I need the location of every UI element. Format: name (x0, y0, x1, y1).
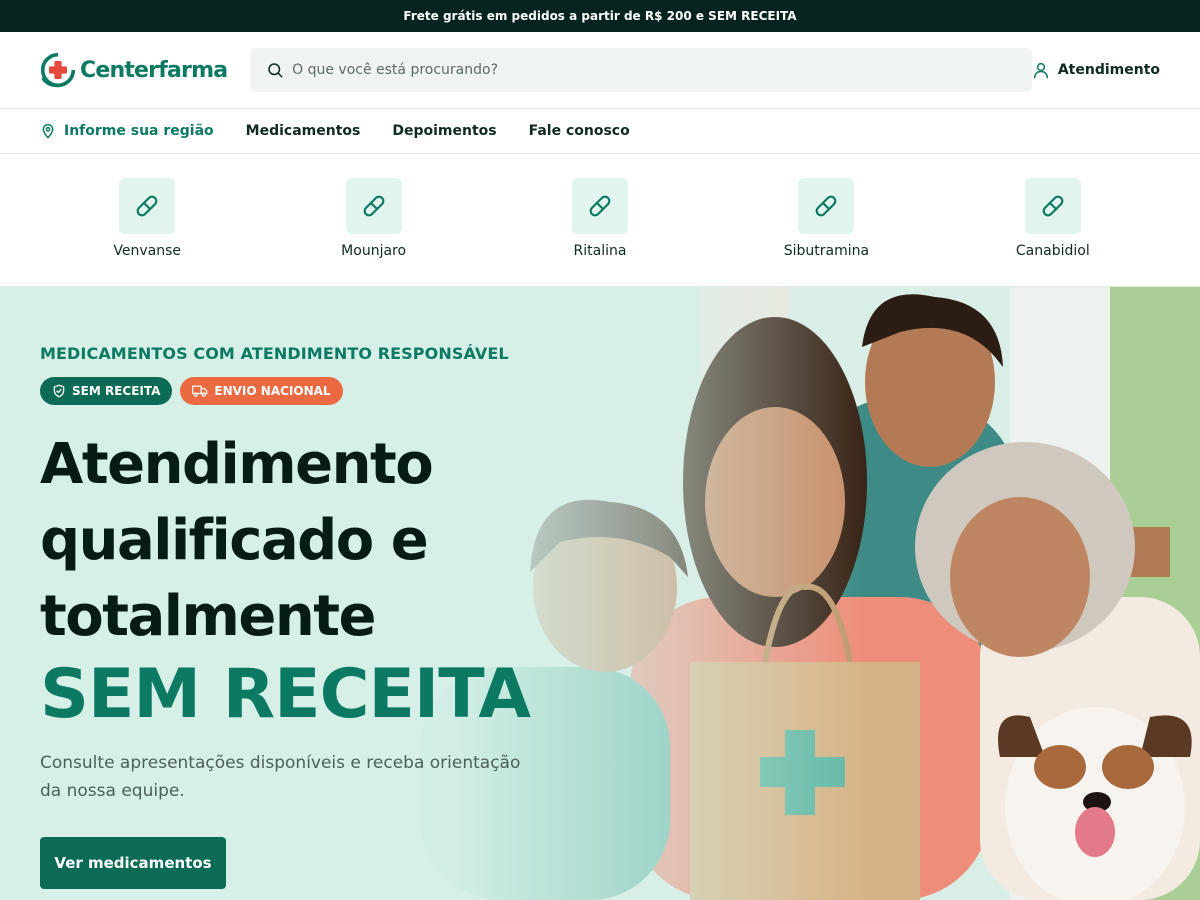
map-pin-icon (42, 124, 54, 139)
headline-accent: SEM RECEITA (40, 655, 531, 734)
category-ritalina[interactable]: Ritalina (487, 154, 713, 286)
promo-text: Frete grátis em pedidos a partir de R$ 2… (403, 9, 797, 23)
logo-text: Centerfarma (80, 57, 228, 83)
category-label: Canabidiol (1015, 243, 1090, 259)
main-nav: Informe sua região Medicamentos Depoimen… (0, 109, 1200, 154)
headline-line: Atendimento (40, 432, 434, 497)
category-label: Mounjaro (341, 243, 407, 259)
hero-content: MEDICAMENTOS COM ATENDIMENTO RESPONSÁVEL… (40, 287, 560, 889)
logo[interactable]: Centerfarma (40, 50, 230, 90)
category-sibutramina[interactable]: Sibutramina (713, 154, 939, 286)
category-venvanse[interactable]: Venvanse (34, 154, 260, 286)
badge-label: SEM RECEITA (72, 384, 161, 398)
nav-item-depoimentos[interactable]: Depoimentos (392, 123, 496, 139)
pill-icon (798, 178, 855, 234)
search-input[interactable] (292, 62, 993, 78)
user-icon (1033, 62, 1048, 79)
headline-line: qualificado e (40, 508, 429, 573)
nav-region-selector[interactable]: Informe sua região (40, 122, 214, 140)
badge-envio-nacional: ENVIO NACIONAL (180, 377, 343, 405)
atendimento-link[interactable]: Atendimento (1032, 60, 1160, 80)
category-label: Ritalina (573, 243, 627, 259)
nav-region-label: Informe sua região (64, 123, 214, 139)
hero-eyebrow: MEDICAMENTOS COM ATENDIMENTO RESPONSÁVEL (40, 344, 509, 363)
search-bar[interactable] (250, 48, 1032, 92)
promo-bar: Frete grátis em pedidos a partir de R$ 2… (0, 0, 1200, 32)
atendimento-label: Atendimento (1057, 62, 1160, 78)
truck-icon (192, 385, 208, 397)
badge-label: ENVIO NACIONAL (214, 384, 331, 398)
ver-medicamentos-button[interactable]: Ver medicamentos (40, 837, 226, 889)
hero-badges: SEM RECEITA ENVIO NACIONAL (40, 377, 560, 405)
category-label: Venvanse (113, 243, 182, 259)
category-shortcuts: Venvanse Mounjaro Ritalina Sibutramina C… (0, 154, 1200, 287)
logo-cross-icon (40, 52, 76, 88)
pill-icon (572, 178, 629, 234)
nav-item-medicamentos[interactable]: Medicamentos (246, 123, 361, 139)
hero-headline: Atendimento qualificado e totalmente SEM… (40, 427, 560, 735)
category-label: Sibutramina (783, 243, 870, 259)
pill-icon (1024, 178, 1081, 234)
pill-icon (119, 178, 176, 234)
category-mounjaro[interactable]: Mounjaro (260, 154, 486, 286)
search-icon (268, 63, 283, 78)
nav-item-fale-conosco[interactable]: Fale conosco (529, 123, 630, 139)
hero-subtitle: Consulte apresentações disponíveis e rec… (40, 753, 521, 801)
shield-check-icon (53, 384, 65, 398)
headline-line: totalmente (40, 584, 376, 649)
site-header: Centerfarma Atendimento (0, 32, 1200, 109)
hero-banner: MEDICAMENTOS COM ATENDIMENTO RESPONSÁVEL… (0, 287, 1200, 900)
badge-sem-receita: SEM RECEITA (40, 377, 173, 405)
pill-icon (345, 178, 402, 234)
category-canabidiol[interactable]: Canabidiol (940, 154, 1166, 286)
